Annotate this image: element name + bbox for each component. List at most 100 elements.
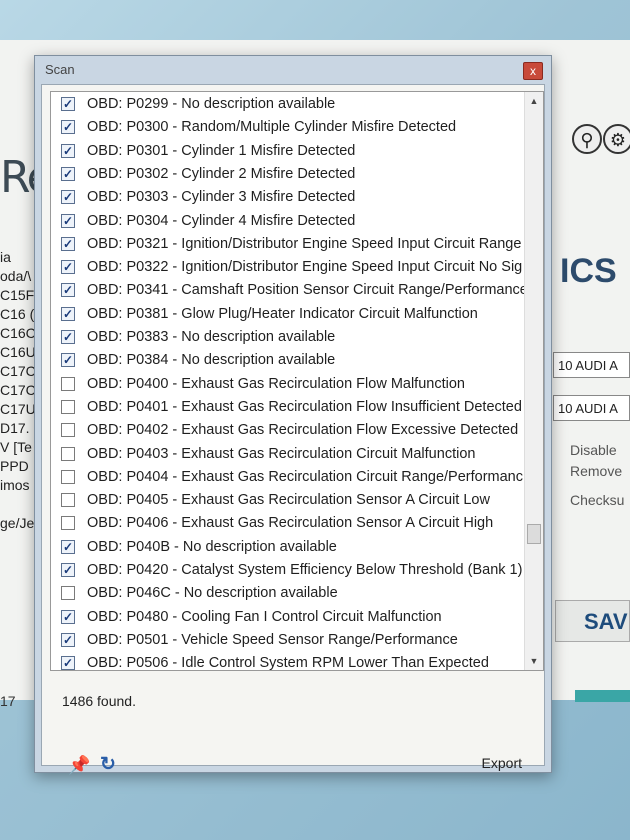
list-item-label: OBD: P0300 - Random/Multiple Cylinder Mi…: [87, 119, 457, 136]
check-icon: ✓: [62, 563, 74, 577]
checkbox[interactable]: ✓: [61, 632, 75, 647]
checkbox[interactable]: ✓: [61, 166, 75, 181]
list-item-label: OBD: P040B - No description available: [87, 538, 337, 555]
list-item-label: OBD: P0402 - Exhaust Gas Recirculation F…: [87, 422, 519, 439]
list-item-label: OBD: P0302 - Cylinder 2 Misfire Detected: [87, 165, 356, 182]
checkbox[interactable]: ✓: [61, 190, 75, 205]
checkbox[interactable]: ✓: [61, 353, 75, 368]
list-item-label: OBD: P0501 - Vehicle Speed Sensor Range/…: [87, 631, 458, 648]
save-button[interactable]: SAV: [555, 600, 630, 642]
list-item[interactable]: OBD: P0404 - Exhaust Gas Recirculation C…: [51, 467, 523, 490]
checkbox[interactable]: [61, 423, 75, 438]
list-item-label: OBD: P0381 - Glow Plug/Heater Indicator …: [87, 305, 478, 322]
checkbox[interactable]: ✓: [61, 283, 75, 298]
export-button[interactable]: Export: [482, 755, 522, 771]
background-bottom-label: 17: [0, 693, 16, 709]
checkbox[interactable]: ✓: [61, 330, 75, 344]
list-item-label: OBD: P0322 - Ignition/Distributor Engine…: [87, 259, 523, 276]
check-icon: ✓: [62, 609, 74, 624]
background-vehicle-field[interactable]: 10 AUDI A: [553, 395, 630, 421]
check-icon: ✓: [62, 306, 74, 321]
list-item[interactable]: OBD: P0401 - Exhaust Gas Recirculation F…: [51, 397, 522, 420]
background-progress-bar: [575, 690, 630, 702]
scrollbar-thumb[interactable]: [527, 524, 541, 544]
check-icon: ✓: [62, 632, 74, 647]
list-item[interactable]: ✓ OBD: P0322 - Ignition/Distributor Engin…: [51, 257, 523, 280]
list-item[interactable]: ✓ OBD: P0300 - Random/Multiple Cylinder M…: [51, 117, 521, 140]
checkbox[interactable]: ✓: [61, 260, 75, 275]
list-item[interactable]: OBD: P0403 - Exhaust Gas Recirculation C…: [51, 444, 521, 467]
list-item-label: OBD: P0401 - Exhaust Gas Recirculation F…: [87, 398, 522, 415]
list-item[interactable]: ✓ OBD: P0341 - Camshaft Position Sensor C…: [51, 280, 528, 303]
check-icon: ✓: [62, 120, 74, 135]
list-item[interactable]: ✓ OBD: P0383 - No description available: [51, 327, 521, 350]
check-icon: ✓: [62, 260, 74, 275]
checkbox[interactable]: ✓: [61, 213, 75, 228]
list-item[interactable]: OBD: P0402 - Exhaust Gas Recirculation F…: [51, 420, 521, 443]
list-item[interactable]: ✓ OBD: P0506 - Idle Control System RPM Lo…: [51, 653, 521, 671]
checkbox[interactable]: ✓: [61, 306, 75, 321]
checksum-button[interactable]: Checksu: [570, 492, 624, 508]
dtc-list[interactable]: ✓ OBD: P0299 - No description available ✓ O…: [50, 91, 544, 671]
list-item-label: OBD: P0341 - Camshaft Position Sensor Ci…: [87, 282, 528, 299]
checkbox[interactable]: ✓: [61, 236, 75, 251]
list-item-label: OBD: P0404 - Exhaust Gas Recirculation C…: [87, 468, 523, 485]
checkbox[interactable]: [61, 516, 75, 531]
checkbox[interactable]: [61, 399, 75, 414]
checkbox[interactable]: ✓: [61, 143, 75, 158]
list-item[interactable]: ✓ OBD: P0301 - Cylinder 1 Misfire Detecte…: [51, 141, 521, 164]
list-item[interactable]: OBD: P046C - No description available: [51, 583, 521, 606]
disable-button[interactable]: Disable: [570, 442, 617, 458]
background-vehicle-field[interactable]: 10 AUDI A: [553, 352, 630, 378]
checkbox[interactable]: ✓: [61, 539, 75, 554]
list-item[interactable]: OBD: P0400 - Exhaust Gas Recirculation F…: [51, 374, 521, 397]
list-item[interactable]: ✓ OBD: P0480 - Cooling Fan I Control Circ…: [51, 607, 521, 630]
list-item[interactable]: ✓ OBD: P0299 - No description available: [51, 94, 521, 117]
checkbox[interactable]: ✓: [61, 609, 75, 624]
list-item[interactable]: ✓ OBD: P0302 - Cylinder 2 Misfire Detecte…: [51, 164, 521, 187]
checkbox[interactable]: ✓: [61, 97, 75, 111]
list-item-label: OBD: P0384 - No description available: [87, 352, 336, 369]
scrollbar[interactable]: ▲ ▼: [524, 92, 543, 670]
check-icon: ✓: [62, 539, 74, 554]
checkbox[interactable]: [61, 446, 75, 461]
list-item[interactable]: ✓ OBD: P0303 - Cylinder 3 Misfire Detecte…: [51, 187, 521, 210]
list-item[interactable]: ✓ OBD: P0321 - Ignition/Distributor Engin…: [51, 234, 521, 257]
check-icon: ✓: [62, 353, 74, 368]
checkbox[interactable]: [61, 586, 75, 601]
list-item[interactable]: OBD: P0406 - Exhaust Gas Recirculation S…: [51, 513, 521, 536]
list-item-label: OBD: P0400 - Exhaust Gas Recirculation F…: [87, 375, 465, 392]
checkbox[interactable]: ✓: [61, 120, 75, 135]
checkbox[interactable]: ✓: [61, 656, 75, 670]
background-brand-text: ICS: [560, 252, 617, 290]
checkbox[interactable]: ✓: [61, 563, 75, 577]
results-count: 1486 found.: [62, 693, 136, 709]
check-icon: ✓: [62, 97, 74, 111]
checkbox[interactable]: [61, 376, 75, 391]
dialog-content: ✓ OBD: P0299 - No description available ✓ O…: [41, 84, 545, 775]
list-item[interactable]: ✓ OBD: P0501 - Vehicle Speed Sensor Range…: [51, 630, 521, 653]
list-item[interactable]: ✓ OBD: P040B - No description available: [51, 537, 521, 560]
list-item[interactable]: OBD: P0405 - Exhaust Gas Recirculation S…: [51, 490, 521, 513]
key-icon[interactable]: ⚲: [572, 124, 602, 154]
list-item[interactable]: ✓ OBD: P0384 - No description available: [51, 350, 521, 373]
list-item-label: OBD: P0299 - No description available: [87, 96, 336, 112]
check-icon: ✓: [62, 190, 74, 205]
checkbox[interactable]: [61, 469, 75, 484]
pin-icon[interactable]: 📌: [68, 755, 90, 775]
list-item-label: OBD: P0383 - No description available: [87, 329, 336, 345]
check-icon: ✓: [62, 143, 74, 158]
list-item[interactable]: ✓ OBD: P0420 - Catalyst System Efficiency…: [51, 560, 522, 583]
checkbox[interactable]: [61, 493, 75, 508]
check-icon: ✓: [62, 213, 74, 228]
list-item[interactable]: ✓ OBD: P0381 - Glow Plug/Heater Indicator…: [51, 304, 521, 327]
close-button[interactable]: x: [523, 62, 543, 80]
refresh-icon[interactable]: ↻: [100, 755, 122, 775]
tools-icon[interactable]: ⚙: [603, 124, 630, 154]
scroll-down-icon[interactable]: ▼: [525, 652, 543, 670]
remove-button[interactable]: Remove: [570, 463, 622, 479]
list-item[interactable]: ✓ OBD: P0304 - Cylinder 4 Misfire Detecte…: [51, 211, 521, 234]
list-item-label: OBD: P0506 - Idle Control System RPM Low…: [87, 655, 489, 671]
scroll-up-icon[interactable]: ▲: [525, 92, 543, 110]
dialog-title-bar[interactable]: Scan x: [35, 56, 551, 84]
